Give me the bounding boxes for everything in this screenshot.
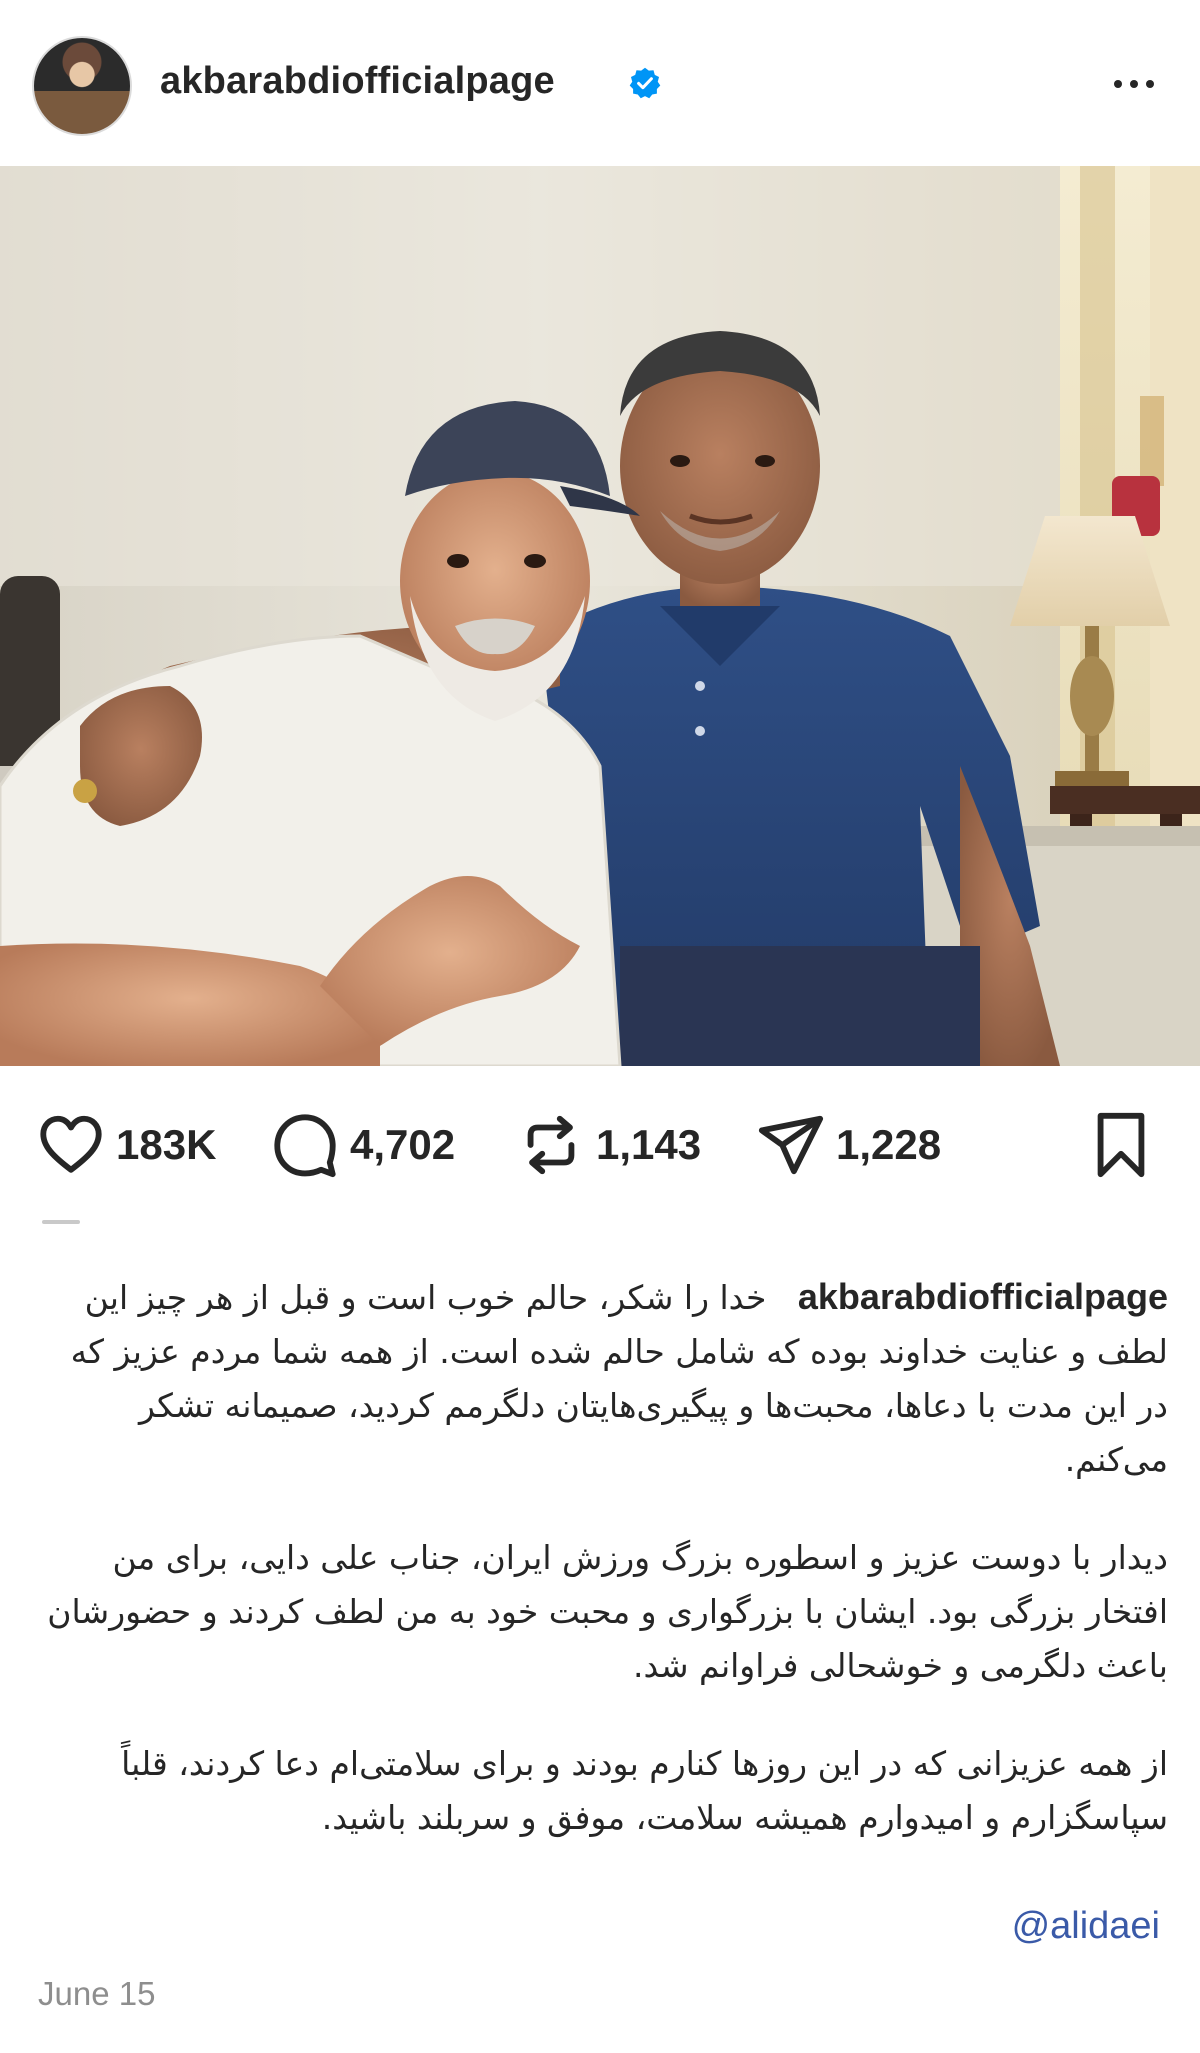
bookmark-icon[interactable] xyxy=(1086,1110,1156,1180)
caption-username[interactable]: akbarabdiofficialpage xyxy=(798,1276,1168,1317)
likes-count: 183K xyxy=(116,1121,217,1168)
share-icon[interactable] xyxy=(756,1110,826,1180)
comments-count: 4,702 xyxy=(350,1121,456,1168)
repost-action[interactable]: 1,143 xyxy=(516,1110,701,1180)
caption-paragraph-2: دیدار با دوست عزیز و اسطوره بزرگ ورزش ای… xyxy=(47,1538,1168,1685)
post-header: akbarabdiofficialpage xyxy=(0,0,1200,166)
divider xyxy=(42,1220,80,1224)
action-bar: 183K 4,702 1,143 1,228 xyxy=(0,1066,1200,1216)
post-photo[interactable] xyxy=(0,166,1200,1066)
comment-action[interactable]: 4,702 xyxy=(270,1110,455,1180)
repost-icon[interactable] xyxy=(516,1110,586,1180)
verified-badge-icon xyxy=(629,67,661,99)
post-image xyxy=(0,166,1200,1066)
post-date: June 15 xyxy=(38,1975,156,2012)
reposts-count: 1,143 xyxy=(596,1121,702,1168)
heart-icon[interactable] xyxy=(36,1110,106,1180)
shares-count: 1,228 xyxy=(836,1121,942,1168)
caption-paragraph-3: از همه عزیزانی که در این روزها کنارم بود… xyxy=(121,1744,1168,1837)
like-action[interactable]: 183K xyxy=(36,1110,216,1180)
post-caption: akbarabdiofficialpage خدا را شکر، حالم خ… xyxy=(30,1270,1168,1889)
mention-link[interactable]: @alidaei xyxy=(1012,1905,1160,1948)
avatar[interactable] xyxy=(32,36,132,136)
comment-icon[interactable] xyxy=(270,1110,340,1180)
caption-paragraph-1: akbarabdiofficialpage خدا را شکر، حالم خ… xyxy=(30,1270,1168,1487)
more-options-button[interactable] xyxy=(1108,62,1160,102)
username[interactable]: akbarabdiofficialpage xyxy=(160,60,555,103)
share-action[interactable]: 1,228 xyxy=(756,1110,941,1180)
